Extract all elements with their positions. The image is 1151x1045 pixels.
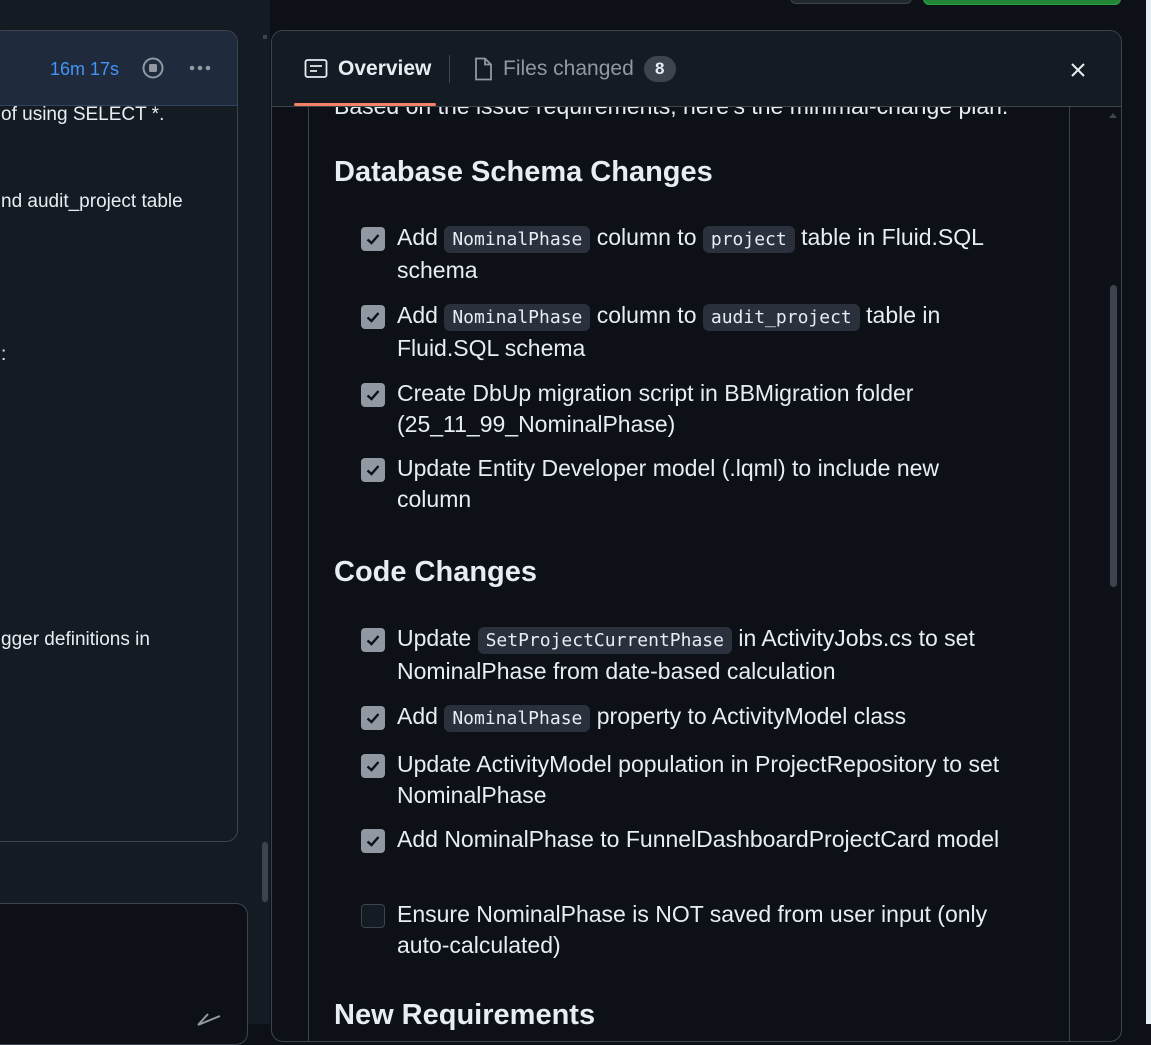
- task-checkbox[interactable]: [361, 227, 385, 251]
- task-text: Add NominalPhase to FunnelDashboardProje…: [397, 826, 1000, 852]
- session-timer: 16m 17s: [50, 59, 120, 79]
- task-checkbox[interactable]: [361, 458, 385, 482]
- top-primary-button[interactable]: [923, 0, 1121, 5]
- checkmark-icon: [366, 836, 380, 847]
- file-icon: [475, 57, 492, 80]
- task-text: Update ActivityModel population in Proje…: [397, 751, 1000, 808]
- section-heading: Code Changes: [334, 556, 538, 588]
- files-count-badge: 8: [643, 55, 676, 82]
- checkmark-icon: [366, 635, 380, 646]
- checkmark-icon: [366, 234, 380, 245]
- panel-tabs: Overview Files changed 8: [272, 31, 1121, 107]
- task-checkbox[interactable]: [361, 383, 385, 407]
- task-checkbox[interactable]: [361, 305, 385, 329]
- task-checkbox[interactable]: [361, 754, 385, 778]
- task-text: Add NominalPhase property to ActivityMod…: [397, 701, 1017, 734]
- more-options-icon[interactable]: [187, 57, 213, 79]
- close-icon[interactable]: [1067, 59, 1089, 81]
- window-edge: [1146, 0, 1151, 1024]
- task-checkbox[interactable]: [361, 628, 385, 652]
- inline-code: NominalPhase: [444, 304, 591, 331]
- intro-text: Based on the issue requirements, here's …: [334, 107, 1008, 120]
- top-secondary-button[interactable]: [790, 0, 912, 4]
- inline-code: project: [702, 226, 795, 253]
- resize-handle-dot: [263, 35, 267, 39]
- task-text: Update SetProjectCurrentPhase in Activit…: [397, 625, 975, 684]
- checkmark-icon: [366, 465, 380, 476]
- task-checkbox[interactable]: [361, 904, 385, 928]
- session-header: 16m 17s: [0, 31, 237, 106]
- message-text-fragment: of using SELECT *.: [1, 104, 165, 125]
- checkmark-icon: [366, 713, 380, 724]
- tab-overview[interactable]: Overview: [304, 31, 431, 106]
- tab-overview-label: Overview: [338, 56, 432, 80]
- active-tab-indicator: [294, 103, 436, 106]
- task-checkbox[interactable]: [361, 706, 385, 730]
- overview-panel: Overview Files changed 8 Based on the is…: [271, 30, 1122, 1042]
- panel-resize-handle[interactable]: [262, 842, 268, 902]
- plan-content: Based on the issue requirements, here's …: [308, 107, 1070, 1041]
- scrollbar-thumb[interactable]: [1110, 285, 1117, 587]
- task-text: Add NominalPhase column to audit_project…: [397, 302, 941, 361]
- inline-code: NominalPhase: [444, 226, 591, 253]
- message-text-fragment: :: [1, 344, 7, 365]
- checkmark-icon: [366, 312, 380, 323]
- scroll-up-arrow-icon[interactable]: [1108, 111, 1118, 119]
- tab-files-changed[interactable]: Files changed 8: [473, 31, 676, 106]
- task-text: Update Entity Developer model (.lqml) to…: [397, 455, 940, 512]
- inline-code: SetProjectCurrentPhase: [477, 627, 732, 654]
- checkmark-icon: [366, 390, 380, 401]
- task-text: Ensure NominalPhase is NOT saved from us…: [397, 901, 988, 958]
- message-text-fragment: nd audit_project table: [1, 191, 183, 212]
- tab-files-label: Files changed: [503, 56, 634, 80]
- inline-code: NominalPhase: [444, 705, 591, 732]
- inline-code: audit_project: [702, 304, 860, 331]
- checkmark-icon: [366, 761, 380, 772]
- message-text-fragment: gger definitions in: [1, 629, 150, 650]
- stop-icon[interactable]: [142, 57, 164, 79]
- agent-session-card: 16m 17s of using SELECT *. nd audit_proj…: [0, 30, 238, 842]
- task-text: Add NominalPhase column to project table…: [397, 224, 984, 283]
- tab-divider: [449, 55, 450, 83]
- overview-icon: [304, 58, 328, 78]
- task-checkbox[interactable]: [361, 829, 385, 853]
- task-text: Create DbUp migration script in BBMigrat…: [397, 380, 914, 437]
- section-heading: Database Schema Changes: [334, 156, 713, 188]
- section-heading: New Requirements: [334, 999, 596, 1031]
